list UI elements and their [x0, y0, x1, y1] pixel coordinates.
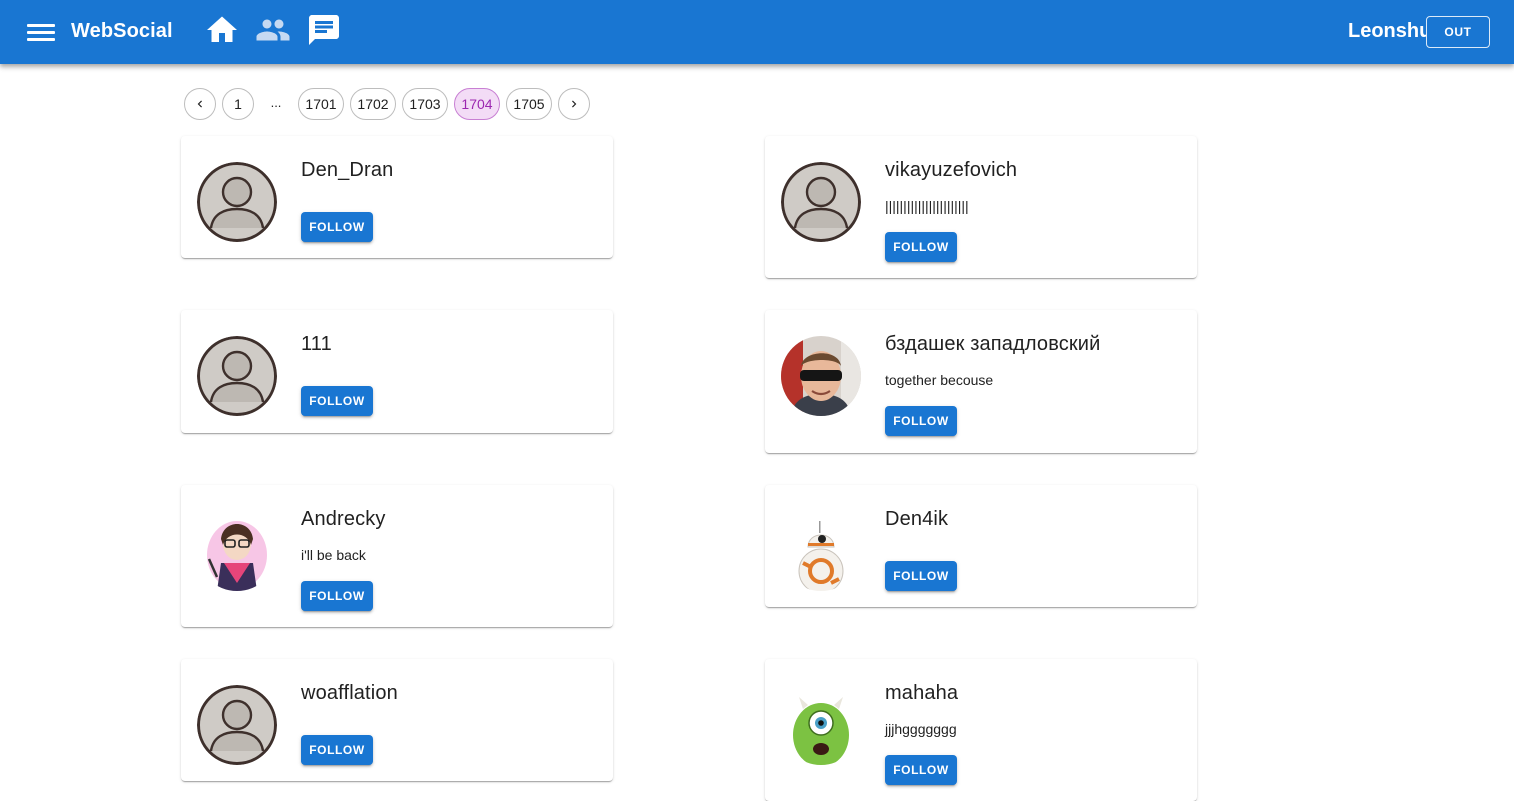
user-card: Andrecky i'll be back FOLLOW: [181, 485, 613, 627]
follow-button[interactable]: FOLLOW: [301, 212, 373, 242]
user-card: Den4ik FOLLOW: [765, 485, 1197, 607]
brand-title[interactable]: WebSocial: [71, 20, 173, 43]
users-icon[interactable]: [255, 12, 291, 48]
page-button-1701[interactable]: 1701: [298, 88, 344, 120]
user-card: 111 FOLLOW: [181, 310, 613, 433]
user-name[interactable]: Den_Dran: [301, 159, 393, 182]
user-name[interactable]: mahaha: [885, 682, 958, 705]
user-photo-avatar[interactable]: [781, 336, 861, 416]
chat-icon[interactable]: [306, 12, 342, 48]
user-card: mahaha jjjhggggggg FOLLOW: [765, 659, 1197, 801]
user-card: Den_Dran FOLLOW: [181, 136, 613, 258]
follow-button[interactable]: FOLLOW: [301, 581, 373, 611]
default-avatar-icon[interactable]: [197, 336, 277, 416]
current-username[interactable]: Leonshu: [1348, 20, 1426, 43]
menu-icon[interactable]: [24, 18, 58, 46]
user-name[interactable]: woafflation: [301, 682, 398, 705]
next-page-button[interactable]: [558, 88, 590, 120]
home-icon[interactable]: [204, 12, 240, 48]
page-button-1705[interactable]: 1705: [506, 88, 552, 120]
user-photo-avatar[interactable]: [197, 511, 277, 591]
follow-button[interactable]: FOLLOW: [301, 386, 373, 416]
follow-button[interactable]: FOLLOW: [885, 406, 957, 436]
user-name[interactable]: бздашек западловский: [885, 333, 1100, 356]
follow-button[interactable]: FOLLOW: [885, 232, 957, 262]
page-button-1704-current[interactable]: 1704: [454, 88, 500, 120]
follow-button[interactable]: FOLLOW: [885, 755, 957, 785]
page-button-1703[interactable]: 1703: [402, 88, 448, 120]
user-name[interactable]: Den4ik: [885, 508, 948, 531]
pagination-ellipsis: ...: [270, 95, 282, 110]
page-button-first[interactable]: 1: [222, 88, 254, 120]
user-photo-avatar[interactable]: [781, 511, 861, 591]
chevron-right-icon: [572, 100, 577, 108]
user-card: бздашек западловский together becouse FO…: [765, 310, 1197, 453]
user-status: together becouse: [885, 372, 994, 388]
follow-button[interactable]: FOLLOW: [301, 735, 373, 765]
follow-button[interactable]: FOLLOW: [885, 561, 957, 591]
default-avatar-icon[interactable]: [781, 162, 861, 242]
logout-button[interactable]: OUT: [1426, 16, 1490, 48]
user-photo-avatar[interactable]: [781, 685, 861, 765]
app-bar: WebSocial Leonshu OUT: [0, 0, 1514, 64]
user-status: jjjhggggggg: [885, 721, 957, 737]
user-card: vikayuzefovich ||||||||||||||||||||||| F…: [765, 136, 1197, 278]
prev-page-button[interactable]: [184, 88, 216, 120]
user-name[interactable]: vikayuzefovich: [885, 159, 1017, 182]
user-name[interactable]: Andrecky: [301, 508, 386, 531]
default-avatar-icon[interactable]: [197, 685, 277, 765]
user-card: woafflation FOLLOW: [181, 659, 613, 781]
page-button-1702[interactable]: 1702: [350, 88, 396, 120]
default-avatar-icon[interactable]: [197, 162, 277, 242]
user-name[interactable]: 111: [301, 333, 332, 356]
chevron-left-icon: [197, 100, 202, 108]
user-status: |||||||||||||||||||||||: [885, 198, 969, 214]
user-status: i'll be back: [301, 547, 366, 563]
